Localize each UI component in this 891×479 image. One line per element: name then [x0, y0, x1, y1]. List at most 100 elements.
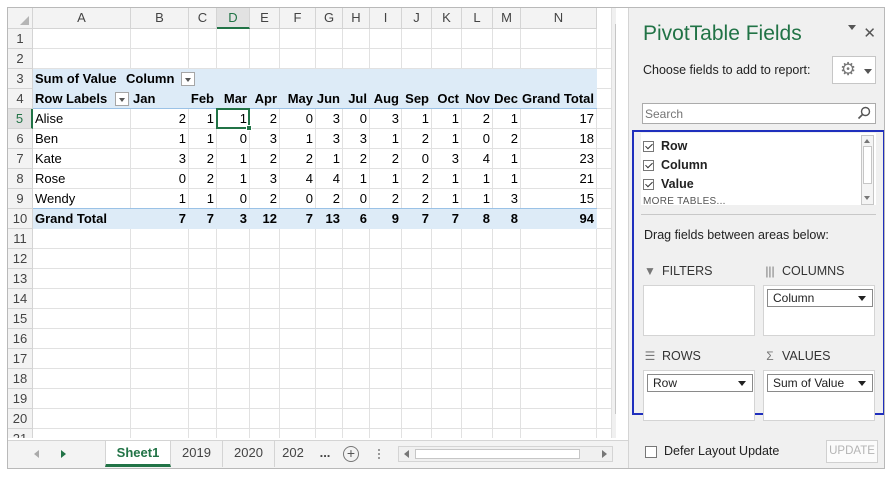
row-label-alise[interactable]: Alise [33, 109, 131, 129]
grand-total-cell[interactable]: 7 [280, 209, 316, 229]
grand-total-cell[interactable]: 7 [189, 209, 217, 229]
cell-grid[interactable]: Sum of Value Column Row Labels Jan Feb Mar… [33, 29, 616, 438]
month-header-nov[interactable]: Nov [462, 89, 493, 109]
column-header-c[interactable]: C [189, 8, 217, 29]
columns-drop-zone[interactable]: Column [763, 285, 875, 336]
row-header-8[interactable]: 8 [8, 169, 33, 189]
horizontal-scroll-thumb[interactable] [415, 449, 580, 459]
month-header-may[interactable]: May [280, 89, 316, 109]
filters-drop-zone[interactable] [643, 285, 755, 336]
column-filter-dropdown-icon[interactable] [181, 72, 195, 86]
horizontal-scrollbar[interactable] [398, 446, 613, 462]
row-label-rose[interactable]: Rose [33, 169, 131, 189]
value-cell[interactable]: 0 [280, 189, 316, 209]
row-header-20[interactable]: 20 [8, 409, 33, 429]
value-cell[interactable]: 2 [280, 149, 316, 169]
value-cell[interactable]: 0 [462, 129, 493, 149]
tab-2020[interactable]: 2020 [223, 441, 275, 467]
tab-scroll-left-icon[interactable] [34, 450, 39, 458]
column-header-l[interactable]: L [462, 8, 493, 29]
value-cell[interactable]: 4 [462, 149, 493, 169]
value-cell[interactable]: 0 [343, 189, 370, 209]
scroll-down-icon[interactable] [864, 196, 870, 200]
row-header-13[interactable]: 13 [8, 269, 33, 289]
values-drop-zone[interactable]: Sum of Value [763, 370, 875, 421]
value-cell[interactable]: 0 [402, 149, 432, 169]
grand-total-cell[interactable]: 7 [402, 209, 432, 229]
column-header-m[interactable]: M [493, 8, 521, 29]
value-cell[interactable]: 0 [217, 189, 250, 209]
row-header-9[interactable]: 9 [8, 189, 33, 209]
month-header-apr[interactable]: Apr [250, 89, 280, 109]
rows-area[interactable]: ☰ ROWS Row [643, 346, 755, 421]
value-cell[interactable]: 3 [131, 149, 189, 169]
scroll-up-icon[interactable] [864, 139, 870, 143]
tab-sheet1[interactable]: Sheet1 [105, 441, 171, 467]
row-header-15[interactable]: 15 [8, 309, 33, 329]
grand-total-row-label[interactable]: Grand Total [33, 209, 131, 229]
values-area[interactable]: Σ VALUES Sum of Value [763, 346, 875, 421]
column-header-e[interactable]: E [250, 8, 280, 29]
pivot-row-labels[interactable]: Row Labels [35, 89, 107, 109]
filters-area[interactable]: ▼ FILTERS [643, 261, 755, 336]
grand-total-cell[interactable]: 6 [343, 209, 370, 229]
grand-total-cell[interactable]: 3 [217, 209, 250, 229]
month-header-jul[interactable]: Jul [343, 89, 370, 109]
row-header-17[interactable]: 17 [8, 349, 33, 369]
value-cell[interactable]: 1 [316, 149, 343, 169]
search-box[interactable] [642, 103, 876, 124]
columns-field-pill[interactable]: Column [767, 289, 873, 307]
row-header-21[interactable]: 21 [8, 429, 33, 438]
row-header-2[interactable]: 2 [8, 49, 33, 69]
value-cell[interactable]: 3 [250, 129, 280, 149]
row-total-cell[interactable]: 15 [521, 189, 597, 209]
value-cell[interactable]: 2 [189, 169, 217, 189]
month-header-mar[interactable]: Mar [217, 89, 250, 109]
value-cell[interactable]: 1 [189, 189, 217, 209]
field-list[interactable]: Row Column Value MORE TABLES... [641, 133, 876, 205]
columns-area[interactable]: ||| COLUMNS Column [763, 261, 875, 336]
pivot-column-label[interactable]: Column [126, 69, 174, 89]
grand-total-cell[interactable]: 7 [131, 209, 189, 229]
row-header-11[interactable]: 11 [8, 229, 33, 249]
value-cell[interactable]: 1 [402, 109, 432, 129]
column-header-h[interactable]: H [343, 8, 370, 29]
month-header-aug[interactable]: Aug [370, 89, 402, 109]
month-header-oct[interactable]: Oct [432, 89, 462, 109]
grand-total-cell[interactable]: 12 [250, 209, 280, 229]
tab-2019[interactable]: 2019 [171, 441, 223, 467]
checkbox-checked-icon[interactable] [643, 160, 654, 171]
value-cell[interactable]: 2 [250, 109, 280, 129]
checkbox-checked-icon[interactable] [643, 141, 654, 152]
value-cell[interactable]: 2 [250, 189, 280, 209]
column-header-d[interactable]: D [217, 8, 250, 29]
row-header-18[interactable]: 18 [8, 369, 33, 389]
value-cell[interactable]: 2 [402, 189, 432, 209]
value-cell[interactable]: 2 [462, 109, 493, 129]
search-input[interactable] [645, 105, 845, 122]
value-cell[interactable]: 2 [370, 149, 402, 169]
value-cell[interactable]: 2 [493, 129, 521, 149]
add-sheet-icon[interactable]: + [343, 446, 359, 462]
row-header-7[interactable]: 7 [8, 149, 33, 169]
value-cell[interactable]: 1 [493, 149, 521, 169]
month-header-feb[interactable]: Feb [189, 89, 217, 109]
row-filter-dropdown-icon[interactable] [115, 92, 129, 106]
row-total-cell[interactable]: 17 [521, 109, 597, 129]
value-cell[interactable]: 1 [217, 169, 250, 189]
value-cell[interactable]: 2 [402, 169, 432, 189]
tab-2021[interactable]: 202 [275, 441, 311, 467]
value-cell[interactable]: 1 [370, 169, 402, 189]
value-cell[interactable]: 1 [432, 129, 462, 149]
value-cell[interactable]: 2 [370, 189, 402, 209]
vertical-scroll-thumb[interactable] [615, 24, 616, 414]
search-icon[interactable] [857, 106, 871, 120]
month-header-jun[interactable]: Jun [316, 89, 343, 109]
month-header-jan[interactable]: Jan [131, 89, 189, 109]
row-label-kate[interactable]: Kate [33, 149, 131, 169]
value-cell[interactable]: 1 [493, 169, 521, 189]
update-button[interactable]: UPDATE [826, 440, 878, 463]
value-cell[interactable]: 1 [432, 169, 462, 189]
grand-total-cell[interactable]: 13 [316, 209, 343, 229]
column-header-a[interactable]: A [33, 8, 131, 29]
